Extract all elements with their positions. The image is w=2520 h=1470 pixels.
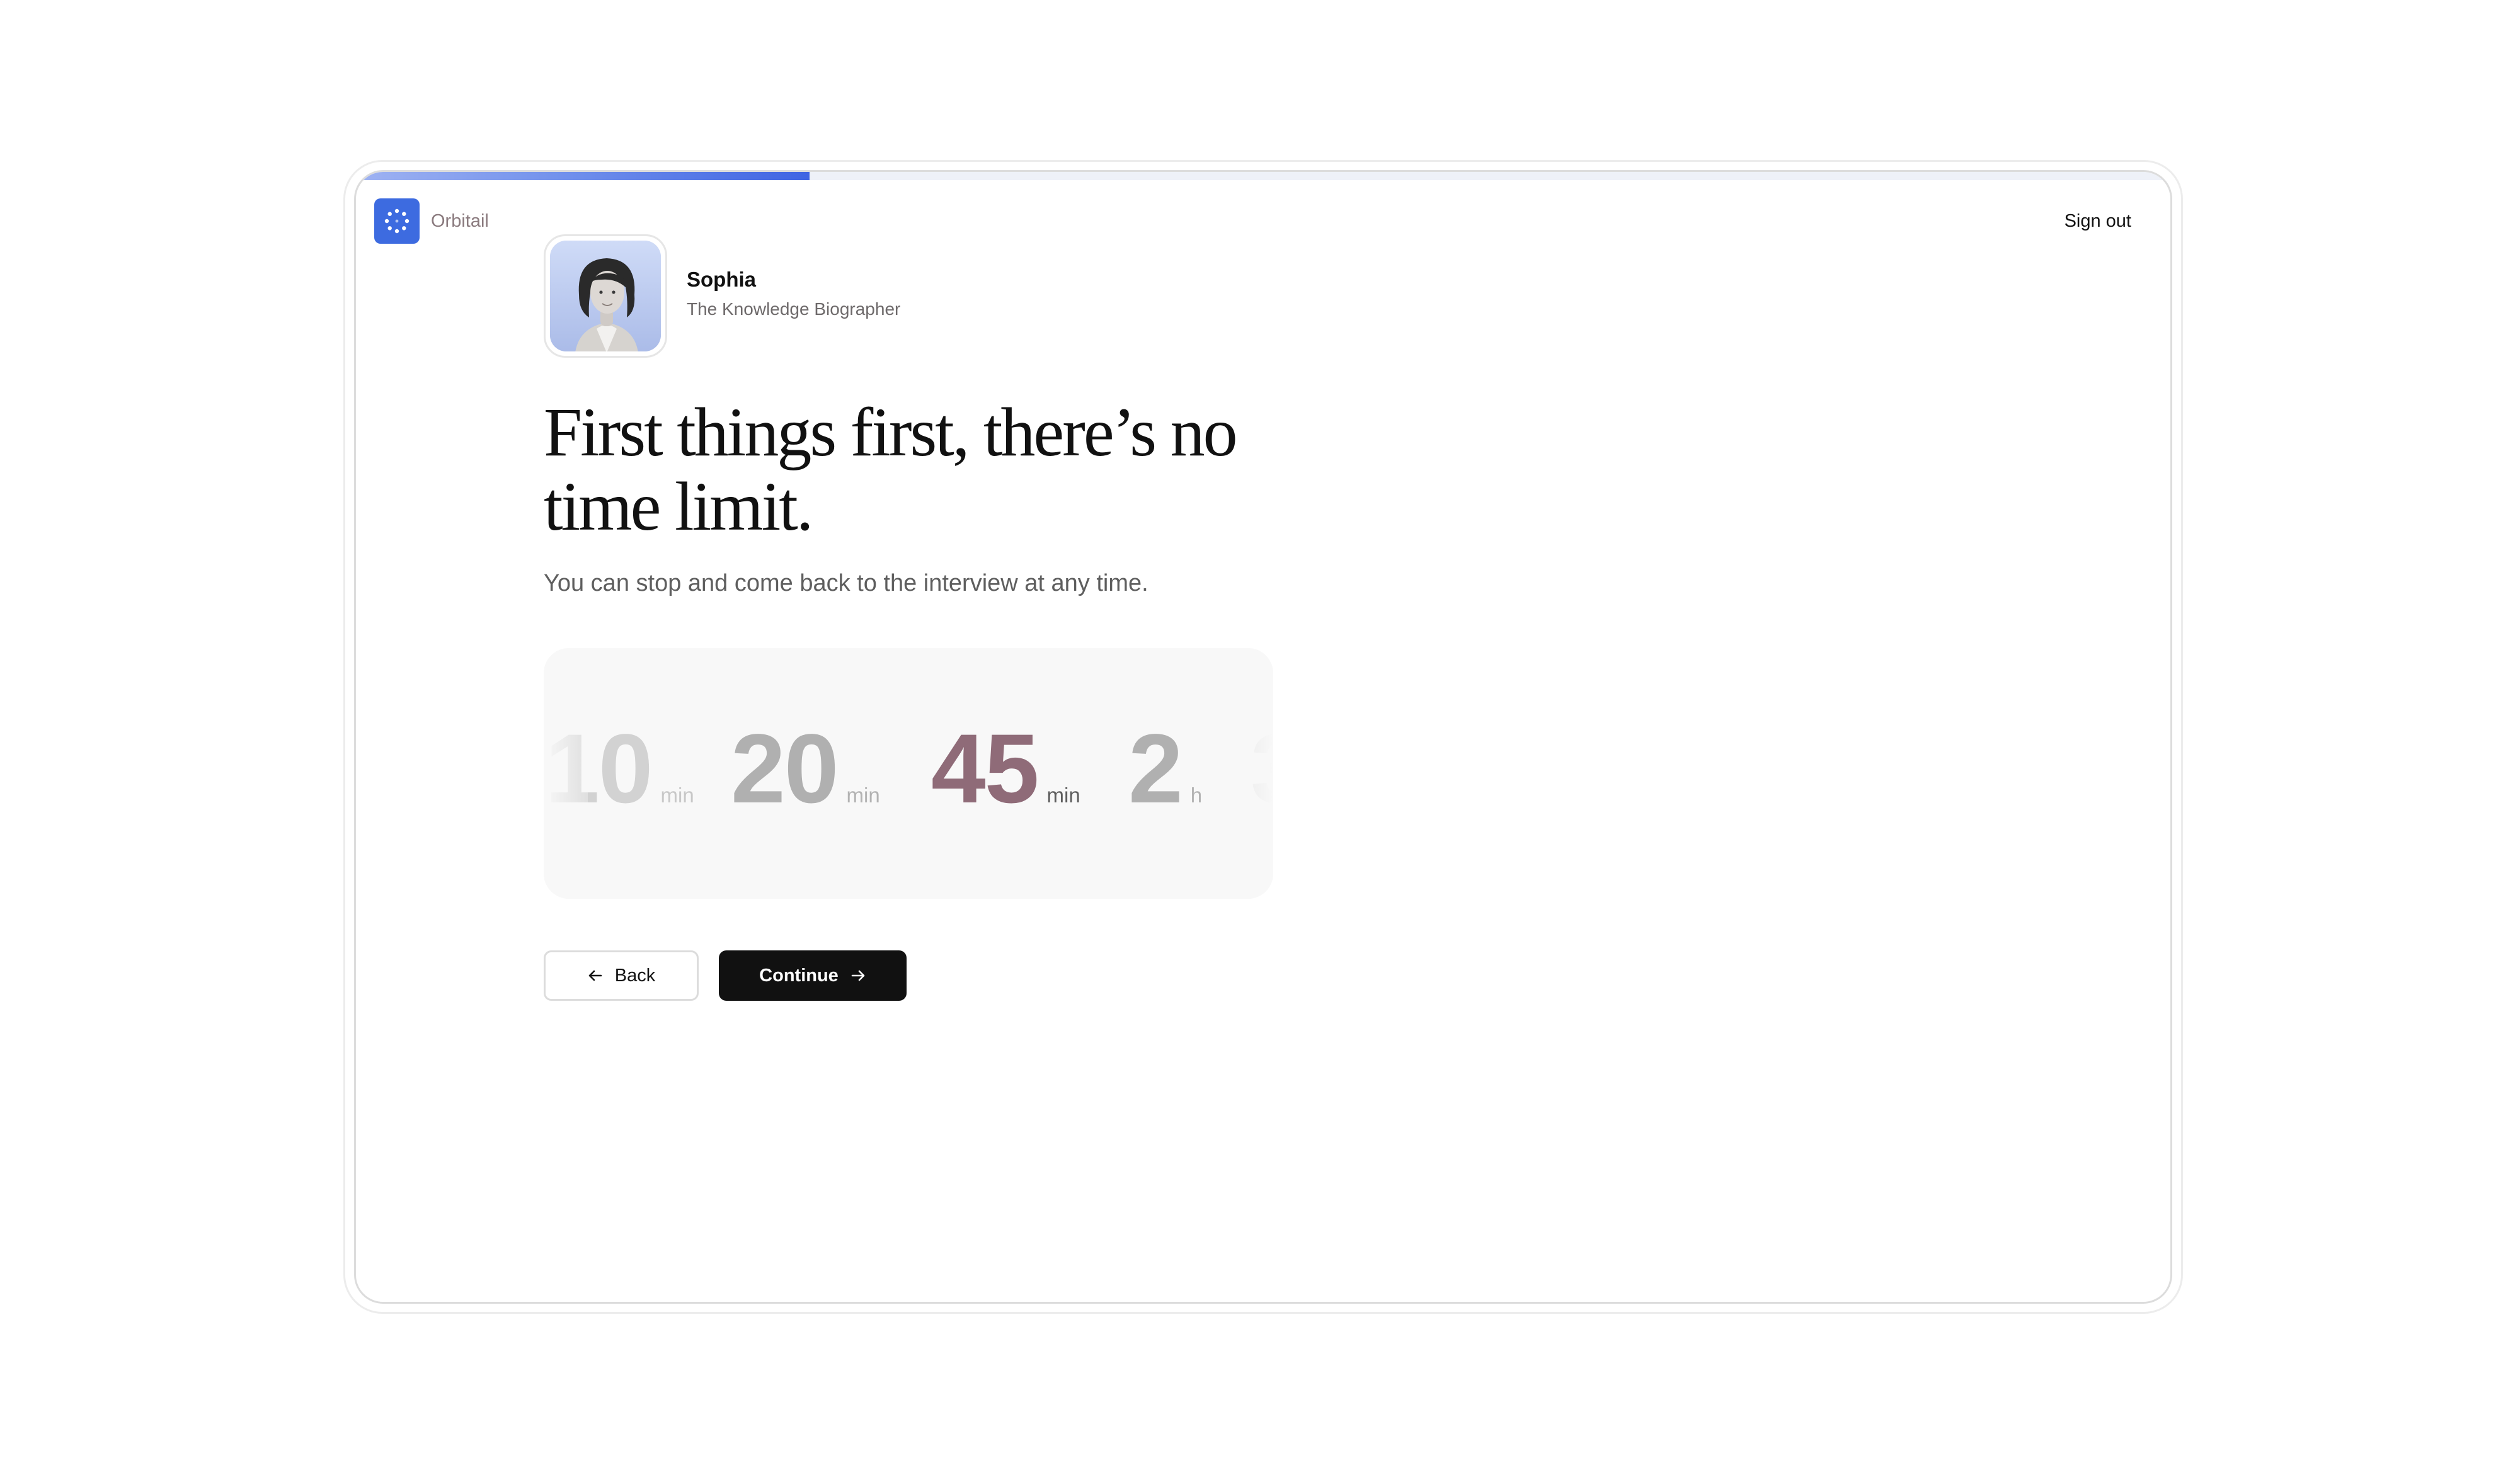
portrait-avatar [550,241,661,351]
back-button[interactable]: Back [544,950,699,1001]
back-button-label: Back [614,965,656,986]
duration-option-20-min[interactable]: 20 min [731,719,880,819]
arrow-right-icon [850,967,866,984]
agent-name: Sophia [687,268,757,291]
duration-picker-track: 10 min 20 min 45 min 2 h 3 h [544,648,1273,899]
sign-out-link[interactable]: Sign out [2065,210,2131,232]
duration-value: 3 [1251,719,1273,819]
duration-unit: min [1046,783,1080,807]
duration-value: 10 [545,714,653,824]
progress-bar [356,172,2170,180]
duration-option-3-h[interactable]: 3 h [1251,719,1273,819]
duration-picker[interactable]: 10 min 20 min 45 min 2 h 3 h [544,648,1273,899]
duration-unit: min [660,783,694,807]
agent-role: The Knowledge Biographer [687,299,901,319]
avatar [544,234,667,358]
continue-button-label: Continue [759,965,839,986]
duration-option-45-min[interactable]: 45 min [931,719,1080,819]
duration-unit: min [846,783,880,807]
duration-unit: h [1190,783,1203,807]
duration-value: 2 [1128,714,1183,824]
page-title: First things first, there’s no time limi… [544,394,1238,545]
orbit-dots-icon[interactable] [374,198,420,244]
continue-button[interactable]: Continue [719,950,907,1001]
duration-value: 45 [931,714,1040,824]
duration-value: 20 [731,714,839,824]
arrow-left-icon [587,967,604,984]
page-subtitle: You can stop and come back to the interv… [544,570,1148,596]
action-buttons: Back Continue [544,950,907,1001]
progress-fill [356,172,810,180]
agent-card: Sophia The Knowledge Biographer [544,234,900,358]
brand-name: Orbitail [431,211,489,231]
agent-info: Sophia The Knowledge Biographer [687,267,900,320]
duration-option-2-h[interactable]: 2 h [1128,719,1202,819]
duration-option-10-min[interactable]: 10 min [545,719,694,819]
